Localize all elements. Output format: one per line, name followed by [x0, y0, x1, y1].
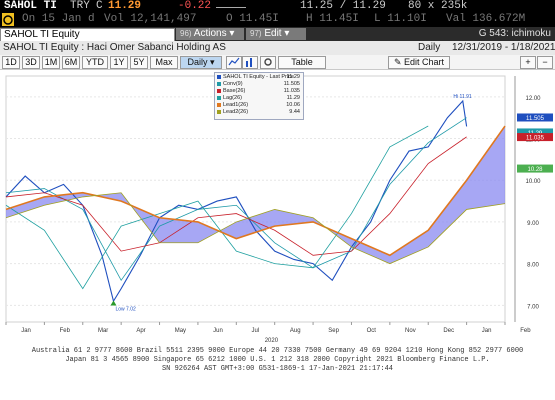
- title-bar: SAHOL TI Equity : Haci Omer Sabanci Hold…: [0, 41, 555, 56]
- x-year-label: 2020: [265, 338, 279, 344]
- price-tag-label: 11.035: [526, 136, 545, 142]
- table-button[interactable]: Table: [278, 56, 326, 69]
- last-price: 11.29: [108, 0, 142, 12]
- legend-swatch: [217, 103, 221, 107]
- edit-shortcut: 97): [250, 29, 262, 38]
- legend-item: Lead1(26) 10.06: [217, 102, 301, 108]
- actions-label: Actions: [193, 28, 227, 39]
- y-tick-label: 10.00: [525, 179, 541, 185]
- bid-ask-size: 80 x 235k: [408, 0, 468, 12]
- y-tick-label: 12.00: [525, 96, 541, 102]
- chevron-down-icon: ▾: [284, 28, 290, 39]
- currency: TRY: [70, 0, 90, 12]
- ticker[interactable]: SAHOL TI: [4, 0, 57, 12]
- footer-line-3: SN 926264 AST GMT+3:00 G531-1869-1 17-Ja…: [161, 365, 394, 373]
- legend-swatch: [217, 96, 221, 100]
- x-tick-label: May: [175, 328, 186, 334]
- x-tick-label: Jan: [482, 328, 492, 334]
- pencil-icon: ✎: [393, 57, 402, 67]
- low-price: L 11.10I: [374, 13, 427, 25]
- line-chart-icon: [228, 57, 240, 66]
- bar-chart-toggle-icon[interactable]: [242, 56, 258, 69]
- footer-line-2: Japan 81 3 4565 8900 Singapore 65 6212 1…: [65, 356, 490, 364]
- legend-item: Base(26) 11.035: [217, 88, 301, 94]
- x-tick-label: Jun: [213, 328, 223, 334]
- range-ytd-button[interactable]: YTD: [82, 56, 108, 69]
- y-tick-label: 9.00: [527, 221, 539, 227]
- footer: Australia 61 2 9777 8600 Brazil 5511 239…: [0, 345, 555, 400]
- quote-date: On 15 Jan d: [22, 13, 95, 25]
- legend-swatch: [217, 82, 221, 86]
- bar-chart-icon: [246, 58, 252, 67]
- sparkline: [216, 7, 246, 8]
- range-1d-button[interactable]: 1D: [2, 56, 20, 69]
- x-tick-label: Feb: [520, 328, 531, 334]
- settings-icon[interactable]: [260, 56, 276, 69]
- actions-shortcut: 96): [180, 29, 192, 38]
- chart-toolbar: 1D 3D 1M 6M YTD 1Y 5Y Max Daily ▾ Table …: [0, 55, 555, 70]
- y-tick-label: 7.00: [527, 304, 539, 310]
- range-5y-button[interactable]: 5Y: [130, 56, 148, 69]
- chart-type-icon[interactable]: [226, 56, 242, 69]
- range-1y-button[interactable]: 1Y: [110, 56, 128, 69]
- high-price: H 11.45I: [306, 13, 359, 25]
- chart-legend[interactable]: SAHOL TI Equity - Last Price 11.29 Conv(9…: [214, 72, 304, 120]
- actions-menu[interactable]: 96) Actions ▾: [176, 28, 244, 40]
- legend-item: SAHOL TI Equity - Last Price 11.29: [217, 74, 301, 80]
- x-tick-label: Oct: [367, 328, 377, 334]
- price-tag-label: 11.505: [526, 116, 545, 122]
- chevron-down-icon: ▾: [210, 57, 215, 67]
- zoom-out-icon[interactable]: −: [537, 56, 553, 69]
- range-1m-button[interactable]: 1M: [42, 56, 60, 69]
- x-tick-label: Jan: [21, 328, 31, 334]
- function-code: G 543: ichimoku: [478, 28, 551, 39]
- bid-ask: 11.25 / 11.29: [300, 0, 386, 12]
- legend-item: Lead2(26) 9.44: [217, 109, 301, 115]
- price-change: -0.22: [178, 0, 212, 12]
- low-annotation: Low 7.02: [115, 306, 136, 312]
- open-price: O 11.45I: [226, 13, 279, 25]
- x-tick-label: Jul: [252, 328, 260, 334]
- range-3d-button[interactable]: 3D: [22, 56, 40, 69]
- legend-swatch: [217, 89, 221, 93]
- command-bar: SAHOL TI Equity 96) Actions ▾ 97) Edit ▾…: [0, 27, 555, 42]
- edit-menu[interactable]: 97) Edit ▾: [246, 28, 306, 40]
- gear-icon: [264, 58, 272, 66]
- y-tick-label: 8.00: [527, 263, 539, 269]
- quote-row-2: On 15 Jan d Vol 12,141,497 O 11.45I H 11…: [0, 13, 555, 27]
- x-tick-label: Apr: [136, 328, 145, 334]
- x-tick-label: Dec: [443, 328, 454, 334]
- legend-swatch: [217, 75, 221, 79]
- frequency-select[interactable]: Daily ▾: [180, 56, 222, 69]
- legend-item: Lag(26) 11.29: [217, 95, 301, 101]
- alert-icon[interactable]: [2, 13, 14, 26]
- range-6m-button[interactable]: 6M: [62, 56, 80, 69]
- x-tick-label: Feb: [60, 328, 71, 334]
- frequency-label: Daily: [187, 57, 208, 67]
- price-tag-label: 10.28: [527, 167, 543, 173]
- chart-title: SAHOL TI Equity : Haci Omer Sabanci Hold…: [3, 42, 226, 53]
- price-flag: C: [96, 0, 103, 12]
- legend-swatch: [217, 110, 221, 114]
- high-annotation: Hi 11.91: [453, 94, 471, 100]
- quote-row-1: SAHOL TI TRY C 11.29 -0.22 11.25 / 11.29…: [0, 0, 555, 13]
- date-range[interactable]: 12/31/2019 - 1/18/2021: [452, 42, 555, 53]
- volume: Vol 12,141,497: [104, 13, 197, 25]
- footer-line-1: Australia 61 2 9777 8600 Brazil 5511 239…: [31, 347, 524, 355]
- security-field[interactable]: SAHOL TI Equity: [0, 28, 175, 42]
- legend-item: Conv(9) 11.505: [217, 81, 301, 87]
- x-tick-label: Aug: [290, 328, 301, 334]
- edit-chart-label: Edit Chart: [404, 57, 445, 67]
- chevron-down-icon: ▾: [229, 28, 235, 39]
- x-tick-label: Mar: [98, 328, 108, 334]
- zoom-in-icon[interactable]: +: [520, 56, 536, 69]
- x-tick-label: Sep: [328, 328, 339, 334]
- edit-label: Edit: [264, 28, 282, 39]
- chart-period: Daily: [418, 42, 441, 53]
- alert-glyph-icon: [3, 15, 13, 25]
- edit-chart-button[interactable]: ✎ Edit Chart: [388, 56, 450, 69]
- range-max-button[interactable]: Max: [150, 56, 178, 69]
- x-tick-label: Nov: [405, 328, 416, 334]
- value-traded: Val 136.672M: [446, 13, 526, 25]
